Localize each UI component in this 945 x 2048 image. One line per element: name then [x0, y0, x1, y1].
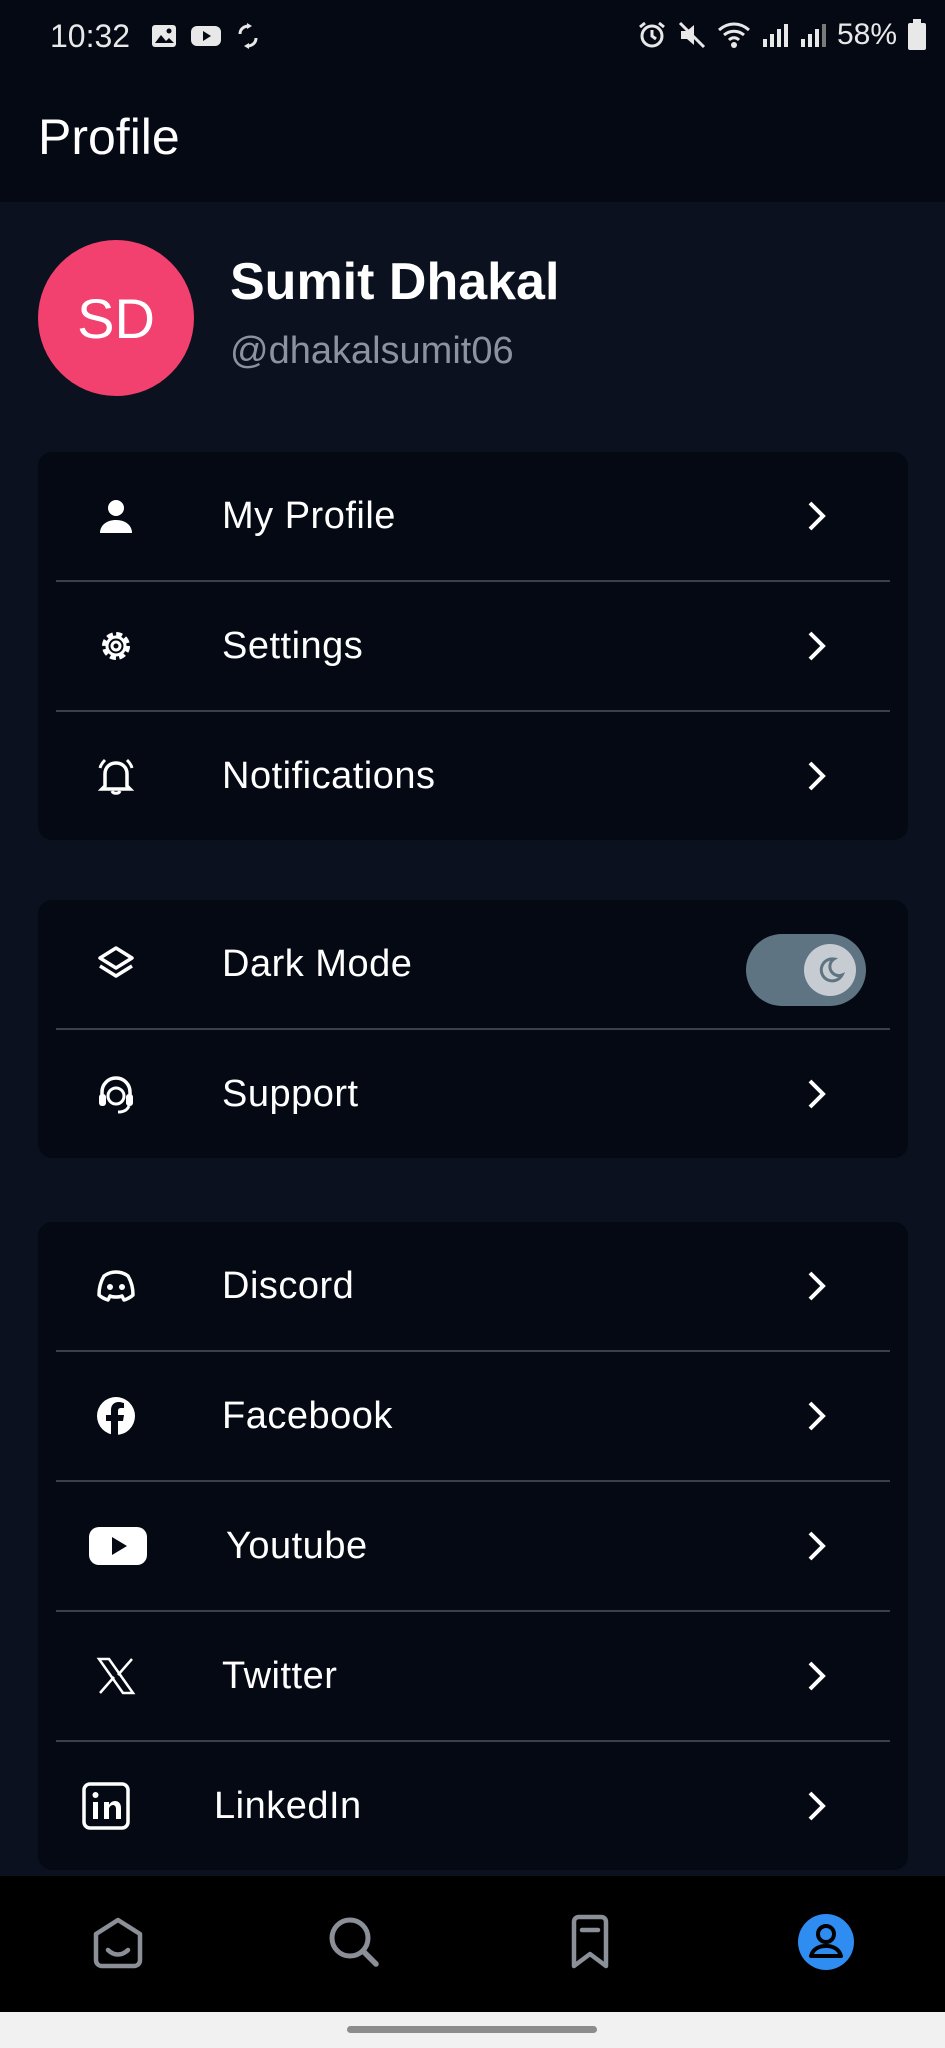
dark-mode-toggle[interactable]: [746, 934, 866, 1006]
bell-icon: [97, 758, 135, 795]
layers-icon: [98, 946, 134, 978]
profile-name: Sumit Dhakal: [230, 253, 560, 311]
x-twitter-icon: [96, 1657, 136, 1695]
profile-icon[interactable]: [794, 1910, 858, 1974]
profile-header: SD Sumit Dhakal @dhakalsumit06: [0, 202, 945, 442]
menu-item-label: My Profile: [222, 494, 396, 537]
menu-item-label: Support: [222, 1072, 359, 1115]
status-bar: 10:32 58%: [0, 0, 945, 80]
menu-item-label: Facebook: [222, 1394, 393, 1437]
menu-item-label: Discord: [222, 1264, 355, 1307]
menu-item-label: Youtube: [226, 1524, 368, 1567]
linkedin-icon: [82, 1782, 130, 1830]
status-notification-icons: [150, 22, 262, 50]
gallery-icon: [152, 25, 176, 47]
menu-item-facebook[interactable]: Facebook: [56, 1350, 890, 1480]
sync-icon: [238, 23, 258, 49]
headset-icon: [99, 1076, 133, 1114]
home-gesture-bar[interactable]: [347, 2026, 597, 2033]
chevron-right-icon: [808, 1401, 826, 1431]
menu-item-settings[interactable]: Settings: [56, 580, 890, 710]
chevron-right-icon: [808, 1791, 826, 1821]
battery-percent: 58%: [836, 18, 897, 51]
menu-item-youtube[interactable]: Youtube: [56, 1480, 890, 1610]
gesture-area: [0, 2012, 945, 2048]
account-card: My Profile Settings Notifications: [38, 452, 908, 840]
moon-icon: [819, 957, 845, 983]
chevron-right-icon: [808, 501, 826, 531]
menu-item-label: Notifications: [222, 754, 436, 797]
youtube-status-icon: [191, 26, 221, 46]
status-system-icons: 58%: [637, 18, 927, 52]
menu-item-notifications[interactable]: Notifications: [56, 710, 890, 840]
page-title: Profile: [38, 109, 180, 165]
facebook-icon: [97, 1397, 135, 1436]
chevron-right-icon: [808, 761, 826, 791]
signal-icon: [762, 24, 788, 47]
chevron-right-icon: [808, 1661, 826, 1691]
chevron-right-icon: [808, 1271, 826, 1301]
social-card: Discord Facebook Youtube Twitter LinkedI…: [38, 1222, 908, 1870]
preferences-card: Dark Mode Support: [38, 900, 908, 1158]
bottom-nav: [0, 1876, 945, 2012]
gear-icon: [102, 632, 130, 660]
wifi-icon: [717, 22, 750, 48]
avatar[interactable]: SD: [38, 240, 194, 396]
home-icon[interactable]: [86, 1910, 150, 1974]
chevron-right-icon: [808, 1531, 826, 1561]
search-icon[interactable]: [322, 1910, 386, 1974]
bookmark-icon[interactable]: [558, 1910, 622, 1974]
chevron-right-icon: [808, 631, 826, 661]
chevron-right-icon: [808, 1079, 826, 1109]
menu-item-label: Dark Mode: [222, 942, 413, 985]
profile-handle: @dhakalsumit06: [230, 330, 514, 372]
mute-icon: [678, 21, 706, 49]
menu-item-linkedin[interactable]: LinkedIn: [56, 1740, 890, 1870]
alarm-icon: [639, 21, 665, 48]
menu-item-my-profile[interactable]: My Profile: [56, 452, 890, 580]
menu-item-twitter[interactable]: Twitter: [56, 1610, 890, 1740]
menu-item-label: LinkedIn: [214, 1784, 362, 1827]
menu-item-discord[interactable]: Discord: [56, 1222, 890, 1350]
status-time: 10:32: [50, 18, 131, 54]
menu-item-support[interactable]: Support: [56, 1028, 890, 1158]
toggle-knob: [804, 944, 856, 996]
signal-icon-2: [800, 24, 826, 47]
menu-item-label: Settings: [222, 624, 364, 667]
youtube-icon: [89, 1527, 147, 1565]
menu-item-dark-mode: Dark Mode: [56, 900, 890, 1028]
discord-icon: [97, 1270, 135, 1302]
battery-icon: [908, 19, 926, 50]
avatar-initials: SD: [77, 286, 155, 350]
app-bar: Profile: [0, 80, 945, 202]
person-icon: [100, 500, 132, 533]
menu-item-label: Twitter: [222, 1654, 338, 1697]
